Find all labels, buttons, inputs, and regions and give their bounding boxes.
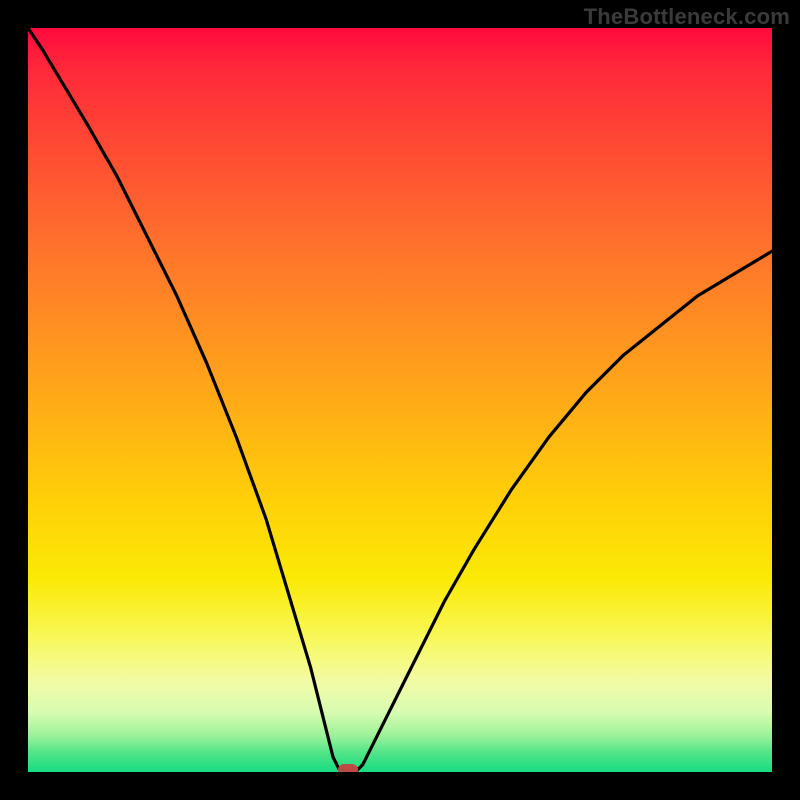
watermark-text: TheBottleneck.com [584,4,790,30]
bottleneck-curve [28,28,772,772]
plot-area [28,28,772,772]
minimum-marker [338,764,358,772]
chart-frame: TheBottleneck.com [0,0,800,800]
curve-layer [28,28,772,772]
